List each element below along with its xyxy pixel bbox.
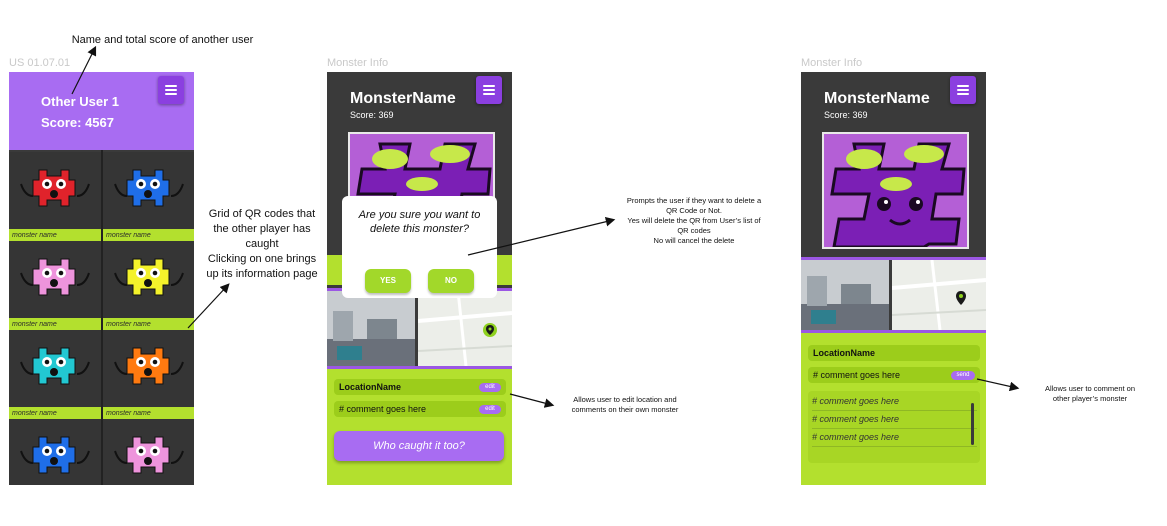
location-map <box>892 260 986 330</box>
location-photo <box>327 291 415 366</box>
edit-comment-button[interactable]: edit <box>479 405 501 414</box>
send-button[interactable]: send <box>951 371 975 380</box>
location-map <box>418 291 512 366</box>
monster-title: MonsterName <box>824 90 930 107</box>
user-name: Other User 1 <box>41 94 120 109</box>
monster-grid-item[interactable]: monster name <box>9 152 101 242</box>
annotation-other-user: Name and total score of another user <box>71 34 254 46</box>
monster-grid-item[interactable] <box>9 419 101 485</box>
dialog-question: Are you sure you want to delete this mon… <box>358 209 481 235</box>
map-pin-icon <box>483 323 497 337</box>
comment-item: # comment goes here <box>812 429 977 447</box>
user-score: Score: 4567 <box>41 115 114 130</box>
monster-grid-item[interactable] <box>103 419 194 485</box>
frame-label-screen1: US 01.07.01 <box>9 57 71 69</box>
annotation-delete: Prompts the user if they want to delete … <box>626 196 762 245</box>
comment-item: # comment goes here <box>812 393 977 411</box>
location-name: LocationName <box>808 345 980 361</box>
edit-location-button[interactable]: edit <box>479 383 501 392</box>
monster-grid-item[interactable]: monster name <box>103 152 194 242</box>
annotation-comment: Allows user to comment on other player’s… <box>1044 384 1136 403</box>
other-user-screen: Other User 1 Score: 4567 monster name mon… <box>9 72 194 485</box>
annotation-edit: Allows user to edit location and comment… <box>571 395 679 414</box>
frame-label-screen2: Monster Info <box>327 57 389 69</box>
who-caught-it-button[interactable]: Who caught it too? <box>334 431 504 461</box>
arrow-icon <box>187 283 230 329</box>
frame-label-screen3: Monster Info <box>801 57 863 69</box>
comment-list: # comment goes here # comment goes here … <box>808 391 980 463</box>
monster-score: Score: 369 <box>824 110 868 120</box>
comment-scrollbar[interactable] <box>971 403 974 445</box>
other-monster-screen: MonsterName Score: 369 LocationName # co… <box>801 72 986 485</box>
monster-grid-item[interactable]: monster name <box>9 330 101 420</box>
annotation-grid: Grid of QR codes that the other player h… <box>206 208 318 280</box>
arrow-icon <box>509 393 555 408</box>
monster-image <box>822 132 969 249</box>
monster-title: MonsterName <box>350 90 456 107</box>
monster-grid-item[interactable]: monster name <box>103 330 194 420</box>
comment-item: # comment goes here <box>812 411 977 429</box>
no-button[interactable]: NO <box>428 269 474 293</box>
user-header: Other User 1 Score: 4567 <box>9 72 194 150</box>
yes-button[interactable]: YES <box>365 269 411 293</box>
monster-score: Score: 369 <box>350 110 394 120</box>
map-pin-icon <box>954 290 968 306</box>
menu-icon[interactable] <box>158 76 184 104</box>
own-monster-screen: MonsterName Score: 369 LocationName edit… <box>327 72 512 485</box>
monster-grid-item[interactable]: monster name <box>103 241 194 331</box>
monster-grid-item[interactable]: monster name <box>9 241 101 331</box>
location-photo <box>801 260 889 330</box>
menu-icon[interactable] <box>950 76 976 104</box>
menu-icon[interactable] <box>476 76 502 104</box>
